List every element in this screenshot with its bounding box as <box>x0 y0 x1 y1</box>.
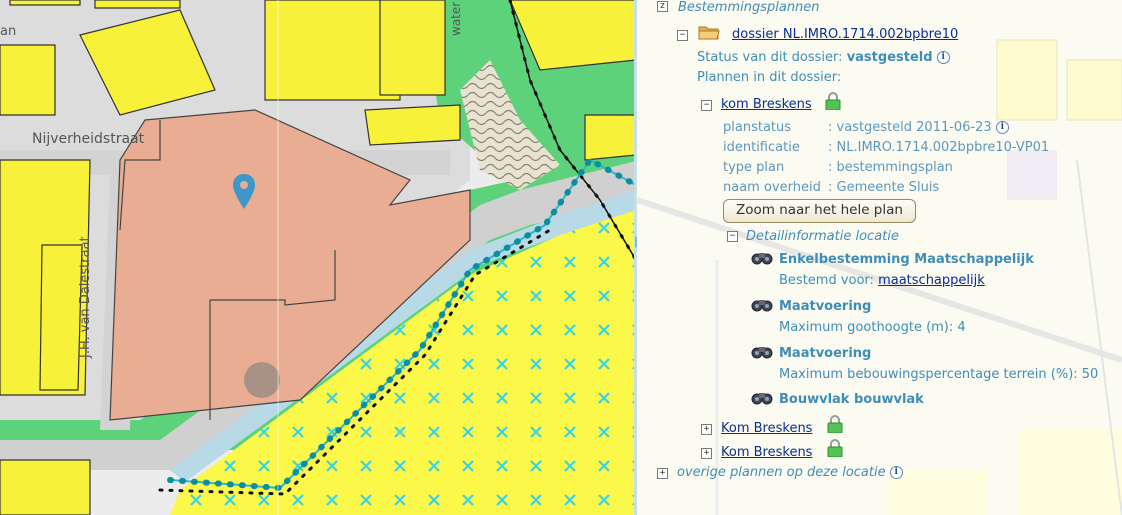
street-label-dalestraat: J.H. van Dalestraat <box>78 236 93 358</box>
overige-toggle-icon[interactable]: + <box>657 468 668 479</box>
plan2-toggle-icon[interactable]: + <box>701 424 712 435</box>
plan-link-2[interactable]: Kom Breskens <box>721 421 812 436</box>
plan-link[interactable]: kom Breskens <box>721 97 812 112</box>
detail-sub-label-2: Maximum goothoogte (m): 4 <box>779 320 966 335</box>
binoculars-icon[interactable] <box>751 251 773 265</box>
field-value-planstatus: : vastgesteld 2011-06-23 i <box>828 120 1009 135</box>
binoculars-icon[interactable] <box>751 298 773 312</box>
lock-open-icon <box>825 92 841 110</box>
field-key-identificatie: identificatie <box>723 140 800 155</box>
dossier-toggle-icon[interactable]: − <box>677 30 688 41</box>
detail-sub-label-3: Maximum bebouwingspercentage terrein (%)… <box>779 367 1099 382</box>
street-label-water: water <box>449 1 463 36</box>
field-value-identificatie: : NL.IMRO.1714.002bpbre10-VP01 <box>828 140 1050 155</box>
info-icon[interactable]: i <box>995 121 1009 134</box>
field-value-type-plan: : bestemmingsplan <box>828 160 953 175</box>
root-toggle-icon[interactable]: z <box>657 1 668 12</box>
lock-open-icon <box>827 439 843 457</box>
info-icon[interactable]: i <box>936 51 950 64</box>
detail-label: Detailinformatie locatie <box>746 229 899 244</box>
status-row: Status van dit dossier: vastgesteld i <box>697 50 950 65</box>
folder-icon <box>698 26 720 40</box>
overige-label[interactable]: overige plannen op deze locatie <box>677 465 886 480</box>
dossier-link[interactable]: dossier NL.IMRO.1714.002bpbre10 <box>732 27 958 42</box>
detail-title-2: Maatvoering <box>779 299 872 314</box>
plan-toggle-icon[interactable]: − <box>701 100 712 111</box>
plan-link-3[interactable]: Kom Breskens <box>721 445 812 460</box>
field-key-naam-overheid: naam overheid <box>723 180 821 195</box>
binoculars-icon[interactable] <box>751 345 773 359</box>
street-label-partial: an <box>0 24 17 39</box>
root-label: Bestemmingsplannen <box>678 0 820 15</box>
field-value-naam-overheid: : Gemeente Sluis <box>828 180 940 195</box>
zoom-to-plan-button[interactable]: Zoom naar het hele plan <box>723 199 916 223</box>
map-view[interactable]: Nijverheidstraat J.H. van Dalestraat wat… <box>0 0 636 515</box>
status-value: vastgesteld <box>846 50 933 65</box>
status-label: Status van dit dossier: <box>697 50 843 65</box>
detail-title-4: Bouwvlak bouwvlak <box>779 392 924 407</box>
street-label-nijverheidstraat: Nijverheidstraat <box>32 131 145 147</box>
maatschappelijk-link[interactable]: maatschappelijk <box>878 273 985 288</box>
detail-sub-label-1: Bestemd voor: <box>779 273 874 288</box>
detail-title-3: Maatvoering <box>779 346 872 361</box>
binoculars-icon[interactable] <box>751 391 773 405</box>
location-pin-icon[interactable] <box>232 174 256 210</box>
detail-toggle-icon[interactable]: − <box>727 231 738 242</box>
detail-title-1: Enkelbestemming Maatschappelijk <box>779 252 1034 267</box>
detail-sub-1: Bestemd voor: maatschappelijk <box>779 273 985 288</box>
plans-label: Plannen in dit dossier: <box>697 70 842 85</box>
field-key-type-plan: type plan <box>723 160 785 175</box>
lock-open-icon <box>827 415 843 433</box>
field-key-planstatus: planstatus <box>723 120 792 135</box>
plan3-toggle-icon[interactable]: + <box>701 448 712 459</box>
info-panel: z Bestemmingsplannen − dossier NL.IMRO.1… <box>637 0 1122 515</box>
info-icon[interactable]: i <box>889 466 903 479</box>
overige-row: overige plannen op deze locatie i <box>677 465 903 480</box>
